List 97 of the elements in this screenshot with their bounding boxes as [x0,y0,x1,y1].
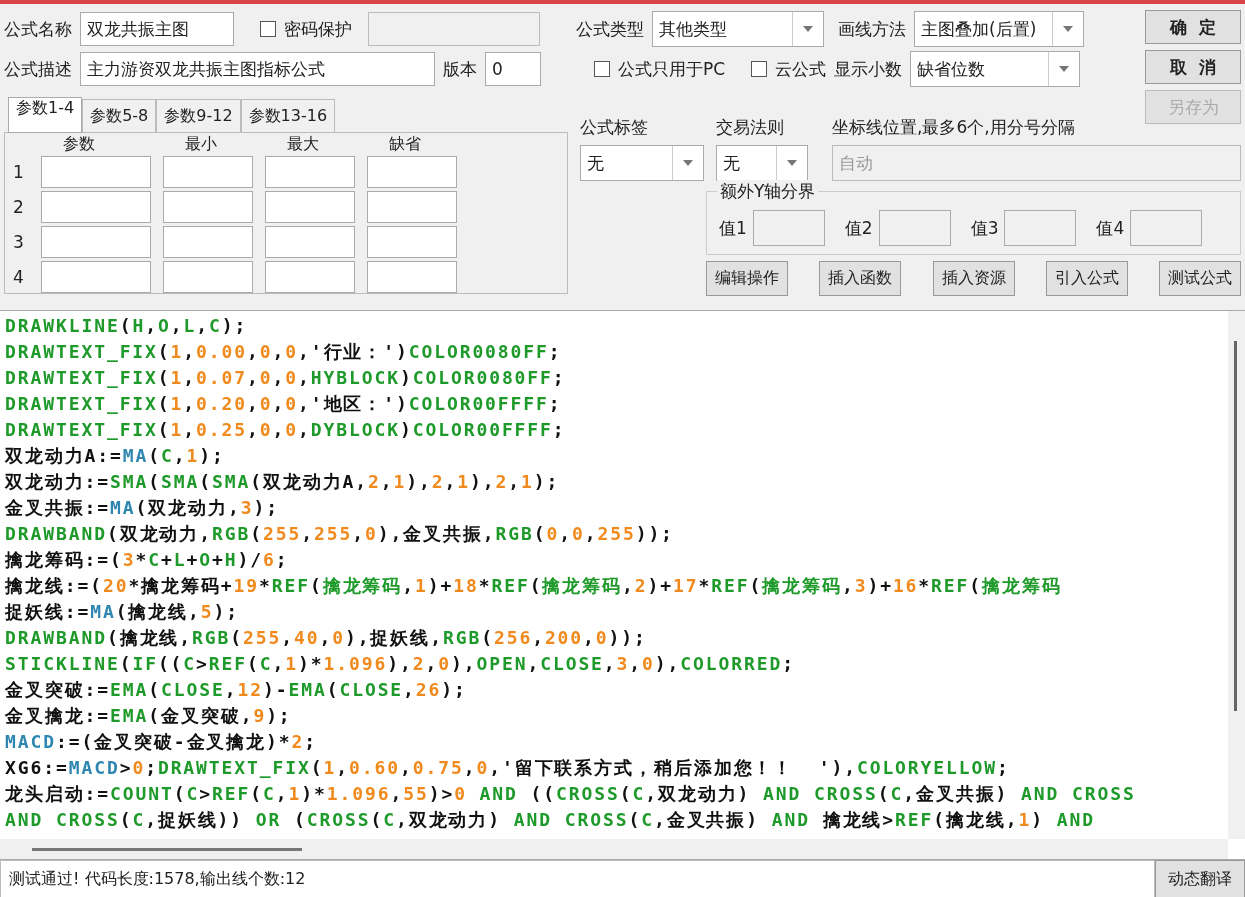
param-field[interactable] [367,156,457,188]
param-field[interactable] [367,261,457,293]
code-line: 金叉共振:=MA(双龙动力,3); [5,496,280,520]
code-line: 双龙动力:=SMA(SMA(SMA(双龙动力A,2,1),2,1),2,1); [5,470,561,494]
tag-select[interactable]: 无 [580,145,704,181]
dialog-button[interactable]: 取 消 [1145,50,1241,84]
draw-method-select[interactable]: 主图叠加(后置) [914,11,1084,47]
field-label: 公式标签 [580,116,649,139]
checkbox-label: 公式只用于PC [618,57,726,81]
column-header: 缺省 [388,135,422,153]
code-line: 捉妖线:=MA(擒龙线,5); [5,600,241,624]
code-line: 龙头启动:=COUNT(C>REF(C,1)*1.096,55)>0 AND ((CROSS(C,双龙动力) AND CROSS(C,金叉共振) AND CROSS [5,782,1137,806]
code-line: XG6:=MACD>0;DRAWTEXT_FIX(1,0.60,0.75,0,'留下联系方式，稍后添加您！！ '),COLORYELLOW; [5,756,1011,780]
column-header: 参数 [62,135,96,153]
group-title: 额外Y轴分界 [717,180,819,203]
value-field[interactable] [752,210,825,246]
param-field[interactable] [163,226,253,258]
field-label: 画线方法 [838,17,906,41]
field-label: 显示小数 [834,57,903,81]
tool-button[interactable]: 引入公式 [1045,261,1128,296]
code-line: DRAWTEXT_FIX(1,0.00,0,0,'行业：')COLOR0080FF; [5,340,563,364]
checkbox[interactable] [751,61,768,77]
column-header: 最大 [286,135,320,153]
code-line: MACD:=(金叉突破-金叉擒龙)*2; [5,730,319,754]
value-field[interactable] [1130,210,1203,246]
row-number: 1 [13,162,25,182]
code-line: STICKLINE(IF((C>REF(C,1)*1.096),2,0),OPEN,CLOSE,3,0),COLORRED; [5,652,796,676]
field-label: 值3 [970,216,999,240]
value-field[interactable] [1004,210,1077,246]
field-label: 值1 [719,216,747,240]
status-text: 测试通过! 代码长度:1578,输出线个数:12 [9,868,306,890]
caret-icon [803,26,813,32]
param-field[interactable] [163,156,253,188]
code-line: 金叉擒龙:=EMA(金叉突破,9); [5,704,293,728]
row-number: 4 [13,267,25,287]
type-select[interactable]: 其他类型 [652,11,824,47]
checkbox[interactable] [260,21,276,37]
param-field[interactable] [41,226,151,258]
tab[interactable]: 参数13-16 [240,99,336,132]
field-label: 交易法则 [716,116,785,139]
param-field[interactable] [367,191,457,223]
tab[interactable]: 参数5-8 [82,99,157,132]
field-label: 版本 [443,57,477,81]
field-label: 公式描述 [4,57,72,81]
translate-button[interactable]: 动态翻译 [1155,860,1245,897]
param-field[interactable] [265,226,355,258]
param-field[interactable] [163,191,253,223]
row-number: 3 [13,232,25,252]
description-field[interactable]: 主力游资双龙共振主图指标公式 [80,52,435,86]
caret-icon [1059,66,1070,72]
code-line: DRAWBAND(双龙动力,RGB(255,255,0),金叉共振,RGB(0,0,255)); [5,522,675,546]
field-label: 值4 [1096,216,1125,240]
caret-icon [1063,26,1073,32]
name-field[interactable]: 双龙共振主图 [80,12,234,46]
param-field[interactable] [41,261,151,293]
code-line: DRAWKLINE(H,O,L,C); [5,314,249,338]
rule-select[interactable]: 无 [716,145,808,181]
code-editor[interactable] [0,310,1245,860]
tool-button[interactable]: 插入资源 [932,261,1015,296]
decimals-select[interactable]: 缺省位数 [910,51,1081,87]
param-field[interactable] [163,261,253,293]
code-line: 双龙动力A:=MA(C,1); [5,444,226,468]
checkbox[interactable] [594,61,610,77]
tool-button[interactable]: 测试公式 [1159,261,1241,296]
field-label: 公式类型 [576,17,644,41]
caret-icon [787,160,797,166]
field-label: 值2 [844,216,873,240]
scrollbar[interactable] [1228,311,1245,839]
param-field[interactable] [41,191,151,223]
checkbox-label: 密码保护 [284,17,352,41]
field-label: 坐标线位置,最多6个,用分号分隔 [832,116,1076,139]
code-line: 擒龙线:=(20*擒龙筹码+19*REF(擒龙筹码,1)+18*REF(擒龙筹码,2)+17*REF(擒龙筹码,3)+16*REF(擒龙筹码 [5,574,1063,598]
code-line: 金叉突破:=EMA(CLOSE,12)-EMA(CLOSE,26); [5,678,468,702]
field-label: 公式名称 [4,17,72,41]
value-field[interactable] [878,210,951,246]
caret-icon [683,160,693,166]
code-line: DRAWTEXT_FIX(1,0.25,0,0,DYBLOCK)COLOR00FFFF; [5,418,567,442]
code-line: AND CROSS(C,捉妖线)) OR (CROSS(C,双龙动力) AND CROSS(C,金叉共振) AND 擒龙线>REF(擒龙线,1) AND [5,808,1096,832]
code-line: DRAWTEXT_FIX(1,0.07,0,0,HYBLOCK)COLOR0080FF; [5,366,567,390]
dialog-button[interactable]: 确 定 [1145,10,1241,44]
column-header: 最小 [184,135,218,153]
param-field[interactable] [265,156,355,188]
checkbox-label: 云公式 [775,57,827,81]
code-line: 擒龙筹码:=(3*C+L+O+H)/6; [5,548,290,572]
code-line: DRAWBAND(擒龙线,RGB(255,40,0),捉妖线,RGB(256,200,0)); [5,626,648,650]
code-line: DRAWTEXT_FIX(1,0.20,0,0,'地区：')COLOR00FFFF; [5,392,563,416]
tool-button[interactable]: 插入函数 [819,261,902,296]
tab[interactable]: 参数1-4 [8,97,83,133]
tab[interactable]: 参数9-12 [156,99,241,132]
param-field[interactable] [265,261,355,293]
param-field[interactable] [367,226,457,258]
param-field[interactable] [265,191,355,223]
tool-button[interactable]: 编辑操作 [706,261,788,296]
scrollbar[interactable] [0,839,1228,859]
version-field[interactable]: 0 [485,52,541,86]
param-field[interactable] [41,156,151,188]
row-number: 2 [13,197,25,217]
